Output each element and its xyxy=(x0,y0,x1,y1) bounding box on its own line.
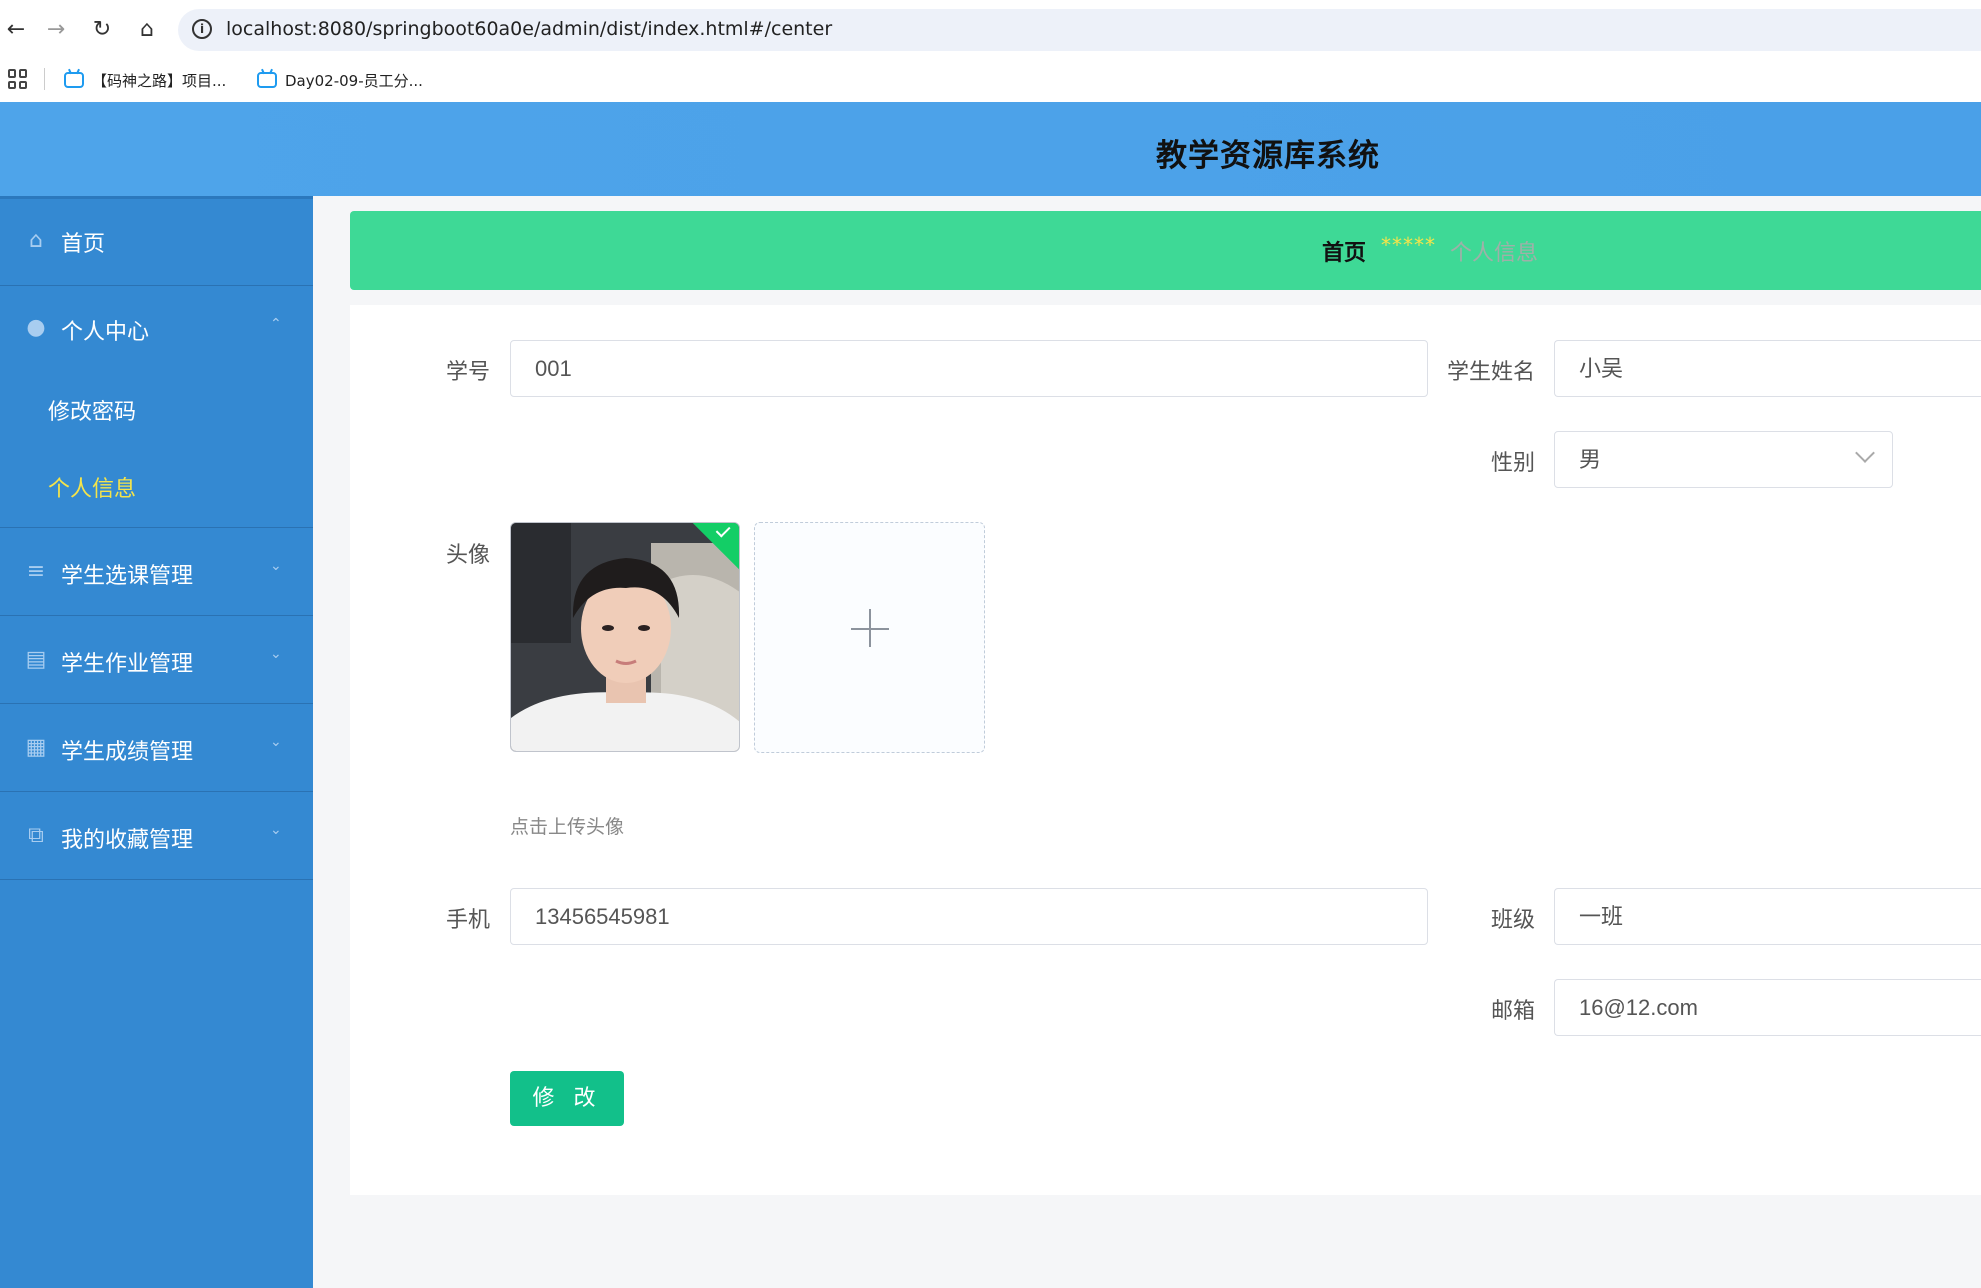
avatar-upload-button[interactable] xyxy=(754,522,985,753)
class-label: 班级 xyxy=(1491,908,1536,933)
phone-label: 手机 xyxy=(446,908,491,933)
browser-toolbar: ← → ↻ ⌂ i localhost:8080/springboot60a0e… xyxy=(0,0,1981,60)
bookmark-separator xyxy=(44,68,45,90)
back-icon[interactable]: ← xyxy=(0,14,32,46)
avatar-photo xyxy=(511,523,739,751)
bookmark-label: 【码神之路】项目... xyxy=(92,71,227,90)
sidebar: ⌂ 首页 ● 个人中心 ⌃ 修改密码 个人信息 ≡ 学生选课管理 ⌄ ▤ 学生作… xyxy=(0,196,313,1288)
home-icon: ⌂ xyxy=(29,228,43,253)
sidebar-item-home[interactable]: ⌂ 首页 xyxy=(0,199,313,286)
sidebar-subitem-personal-info[interactable]: 个人信息 xyxy=(48,471,136,503)
gender-value: 男 xyxy=(1579,447,1602,472)
sidebar-item-label: 学生成绩管理 xyxy=(61,740,194,765)
bookmark-item[interactable]: Day02-09-员工分... xyxy=(257,66,423,94)
forward-icon[interactable]: → xyxy=(40,14,72,46)
chevron-down-icon: ⌄ xyxy=(270,734,282,750)
breadcrumb-current: 个人信息 xyxy=(1450,241,1539,266)
bilibili-icon xyxy=(64,72,84,88)
sidebar-item-personal-center[interactable]: ● 个人中心 ⌃ 修改密码 个人信息 xyxy=(0,286,313,528)
address-bar[interactable]: i localhost:8080/springboot60a0e/admin/d… xyxy=(178,9,1981,51)
class-input[interactable]: 一班 xyxy=(1554,888,1981,945)
chevron-down-icon: ⌄ xyxy=(270,822,282,838)
chevron-down-icon xyxy=(1855,443,1875,463)
bilibili-icon xyxy=(257,72,277,88)
chevron-down-icon: ⌄ xyxy=(270,558,282,574)
reload-icon[interactable]: ↻ xyxy=(86,14,118,46)
site-info-icon[interactable]: i xyxy=(192,19,212,39)
home-browser-icon[interactable]: ⌂ xyxy=(131,14,163,46)
gender-select[interactable]: 男 xyxy=(1554,431,1893,488)
sidebar-item-label: 首页 xyxy=(61,232,106,257)
apps-icon[interactable] xyxy=(8,69,28,89)
breadcrumb-separator: ***** xyxy=(1381,233,1436,257)
sidebar-item-course-selection[interactable]: ≡ 学生选课管理 ⌄ xyxy=(0,528,313,616)
app-title: 教学资源库系统 xyxy=(1156,138,1380,174)
sliders-icon: ≡ xyxy=(26,559,46,584)
sidebar-item-label: 学生作业管理 xyxy=(61,652,194,677)
sidebar-item-label: 学生选课管理 xyxy=(61,564,194,589)
breadcrumb: 首页 ***** 个人信息 xyxy=(350,211,1981,290)
student-name-input[interactable]: 小吴 xyxy=(1554,340,1981,397)
clipboard-icon: ▤ xyxy=(25,647,47,672)
url-text[interactable]: localhost:8080/springboot60a0e/admin/dis… xyxy=(226,18,832,40)
breadcrumb-home[interactable]: 首页 xyxy=(1322,235,1366,267)
sidebar-item-label: 个人中心 xyxy=(61,320,150,345)
grid-icon: ▦ xyxy=(25,735,47,760)
bookmarks-bar: 【码神之路】项目... Day02-09-员工分... xyxy=(0,60,1981,102)
sidebar-item-label: 我的收藏管理 xyxy=(61,828,194,853)
plus-icon xyxy=(869,609,871,647)
chevron-up-icon: ⌃ xyxy=(270,316,282,332)
sidebar-subitem-change-password[interactable]: 修改密码 xyxy=(48,394,136,426)
avatar-upload-tip: 点击上传头像 xyxy=(510,816,625,838)
sidebar-item-homework[interactable]: ▤ 学生作业管理 ⌄ xyxy=(0,616,313,704)
sidebar-item-grades[interactable]: ▦ 学生成绩管理 ⌄ xyxy=(0,704,313,792)
email-input[interactable]: 16@12.com xyxy=(1554,979,1981,1036)
bookmark-label: Day02-09-员工分... xyxy=(285,71,423,90)
gender-label: 性别 xyxy=(1491,451,1536,476)
avatar-label: 头像 xyxy=(446,543,491,568)
email-label: 邮箱 xyxy=(1491,999,1536,1024)
submit-button[interactable]: 修 改 xyxy=(510,1071,624,1126)
copy-icon: ⧉ xyxy=(28,823,44,848)
avatar-image[interactable] xyxy=(510,522,740,752)
bookmark-item[interactable]: 【码神之路】项目... xyxy=(64,66,226,94)
student-name-label: 学生姓名 xyxy=(1447,360,1536,385)
user-icon: ● xyxy=(26,315,46,340)
chevron-down-icon: ⌄ xyxy=(270,646,282,662)
phone-input[interactable]: 13456545981 xyxy=(510,888,1428,945)
app-header: 教学资源库系统 xyxy=(0,102,1981,196)
student-id-label: 学号 xyxy=(446,360,491,385)
student-id-input[interactable]: 001 xyxy=(510,340,1428,397)
sidebar-item-favorites[interactable]: ⧉ 我的收藏管理 ⌄ xyxy=(0,792,313,880)
